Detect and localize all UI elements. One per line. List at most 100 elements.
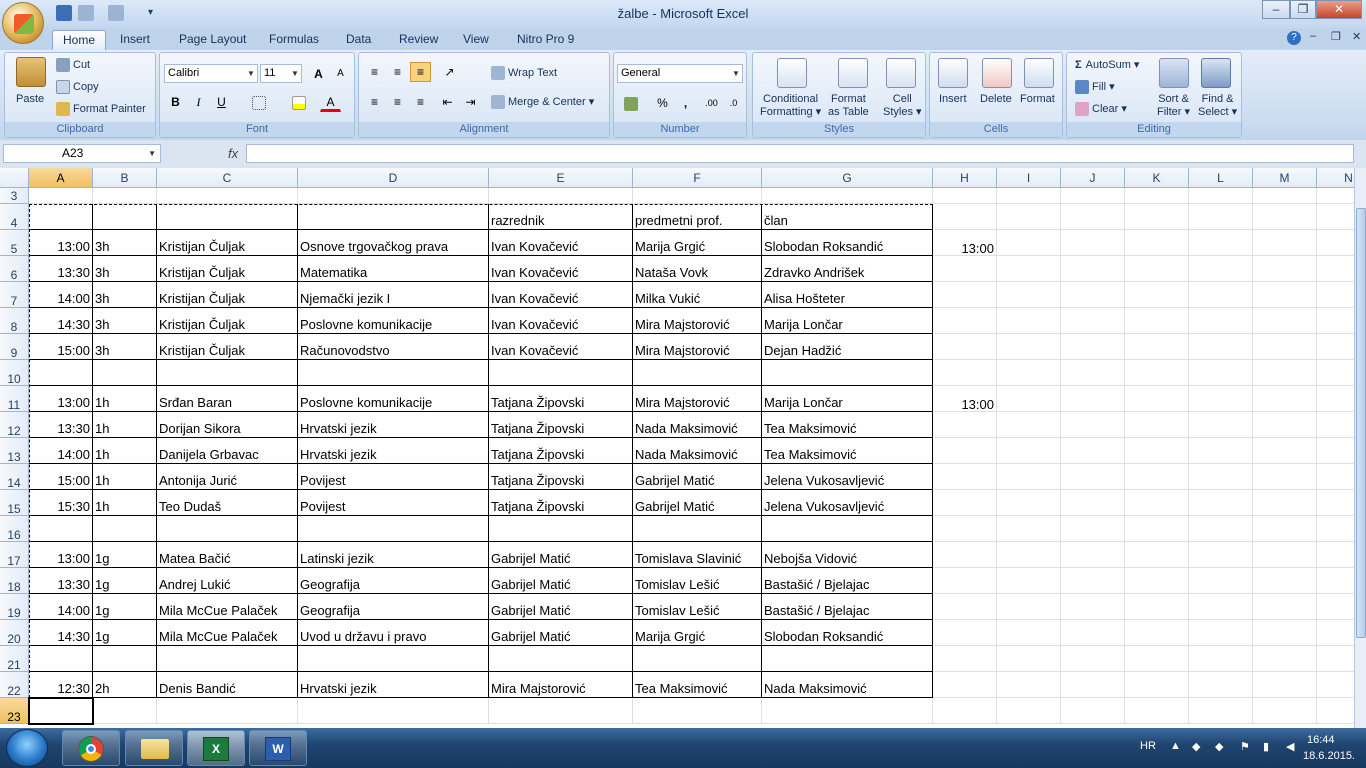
row-header-13[interactable]: 13 [0, 438, 29, 464]
row-header-12[interactable]: 12 [0, 412, 29, 438]
clear-button[interactable]: Clear ▾ [1075, 102, 1127, 117]
cell-j17[interactable] [1061, 542, 1125, 568]
cell-h3[interactable] [933, 188, 997, 204]
cell-m11[interactable] [1253, 386, 1317, 412]
cell-m17[interactable] [1253, 542, 1317, 568]
clock-date[interactable]: 18.6.2015. [1303, 750, 1355, 762]
cell-i17[interactable] [997, 542, 1061, 568]
cell-l13[interactable] [1189, 438, 1253, 464]
cell-m23[interactable] [1253, 698, 1317, 724]
column-header-a[interactable]: A [29, 168, 93, 188]
cell-l14[interactable] [1189, 464, 1253, 490]
cell-h4[interactable] [933, 204, 997, 230]
tab-insert[interactable]: Insert [110, 30, 160, 50]
row-header-23[interactable]: 23 [0, 698, 29, 724]
explorer-taskbar-button[interactable] [125, 730, 183, 766]
cell-l16[interactable] [1189, 516, 1253, 542]
office-button[interactable] [2, 2, 44, 44]
cell-h12[interactable] [933, 412, 997, 438]
cell-l18[interactable] [1189, 568, 1253, 594]
cell-k7[interactable] [1125, 282, 1189, 308]
cell-a3[interactable] [29, 188, 93, 204]
tab-formulas[interactable]: Formulas [259, 30, 329, 50]
sync-icon[interactable]: ◆ [1215, 740, 1223, 753]
cell-l15[interactable] [1189, 490, 1253, 516]
cell-n22[interactable] [1317, 672, 1354, 698]
cell-n3[interactable] [1317, 188, 1354, 204]
cell-n9[interactable] [1317, 334, 1354, 360]
cell-j8[interactable] [1061, 308, 1125, 334]
column-header-j[interactable]: J [1061, 168, 1125, 188]
cell-k16[interactable] [1125, 516, 1189, 542]
align-center-icon[interactable]: ≡ [387, 92, 408, 112]
cell-m19[interactable] [1253, 594, 1317, 620]
cell-k8[interactable] [1125, 308, 1189, 334]
vertical-scrollbar[interactable] [1354, 168, 1366, 728]
cell-j13[interactable] [1061, 438, 1125, 464]
cell-i23[interactable] [997, 698, 1061, 724]
cell-n6[interactable] [1317, 256, 1354, 282]
tray-expand-icon[interactable]: ▲ [1170, 740, 1181, 752]
cell-h23[interactable] [933, 698, 997, 724]
cell-n12[interactable] [1317, 412, 1354, 438]
cell-k15[interactable] [1125, 490, 1189, 516]
ribbon-close-icon[interactable]: ✕ [1352, 30, 1361, 43]
cell-j14[interactable] [1061, 464, 1125, 490]
cell-k12[interactable] [1125, 412, 1189, 438]
cell-h10[interactable] [933, 360, 997, 386]
row-header-10[interactable]: 10 [0, 360, 29, 386]
dropbox-icon[interactable]: ◆ [1192, 740, 1200, 753]
format-painter-button[interactable]: Format Painter [56, 102, 146, 116]
align-left-icon[interactable]: ≡ [364, 92, 385, 112]
cell-j9[interactable] [1061, 334, 1125, 360]
row-header-19[interactable]: 19 [0, 594, 29, 620]
cell-k19[interactable] [1125, 594, 1189, 620]
paste-button[interactable]: Paste [16, 93, 44, 105]
cell-m22[interactable] [1253, 672, 1317, 698]
cell-m13[interactable] [1253, 438, 1317, 464]
cell-n21[interactable] [1317, 646, 1354, 672]
cell-k4[interactable] [1125, 204, 1189, 230]
align-right-icon[interactable]: ≡ [410, 92, 431, 112]
font-color-button[interactable]: A [320, 92, 341, 112]
grow-font-button[interactable]: A [308, 64, 329, 84]
cell-h16[interactable] [933, 516, 997, 542]
cell-n23[interactable] [1317, 698, 1354, 724]
cell-i19[interactable] [997, 594, 1061, 620]
cell-h22[interactable] [933, 672, 997, 698]
cell-k5[interactable] [1125, 230, 1189, 256]
insert-function-button[interactable]: fx [228, 146, 238, 161]
cell-j4[interactable] [1061, 204, 1125, 230]
cell-d3[interactable] [298, 188, 489, 204]
bold-button[interactable]: B [165, 92, 186, 112]
cell-h21[interactable] [933, 646, 997, 672]
cell-i11[interactable] [997, 386, 1061, 412]
minimize-button[interactable]: ‒ [1262, 0, 1290, 19]
cell-j21[interactable] [1061, 646, 1125, 672]
align-middle-icon[interactable]: ≡ [387, 62, 408, 82]
cell-m14[interactable] [1253, 464, 1317, 490]
cell-b23[interactable] [93, 698, 157, 724]
ribbon-minimize-icon[interactable]: – [1310, 30, 1316, 42]
row-header-14[interactable]: 14 [0, 464, 29, 490]
cell-m8[interactable] [1253, 308, 1317, 334]
decrease-indent-icon[interactable]: ⇤ [437, 92, 458, 112]
cell-l8[interactable] [1189, 308, 1253, 334]
row-header-7[interactable]: 7 [0, 282, 29, 308]
sort-filter-button[interactable]: Sort & Filter ▾ [1157, 93, 1190, 119]
cell-i6[interactable] [997, 256, 1061, 282]
row-header-22[interactable]: 22 [0, 672, 29, 698]
worksheet-grid[interactable]: A B C D E F G H I J K L M N 3 4 razrednik predmetni prof.… [0, 168, 1354, 728]
increase-decimal-button[interactable]: .00 [701, 93, 722, 113]
cell-l12[interactable] [1189, 412, 1253, 438]
cell-m9[interactable] [1253, 334, 1317, 360]
cell-h17[interactable] [933, 542, 997, 568]
cell-m18[interactable] [1253, 568, 1317, 594]
find-select-button[interactable]: Find & Select ▾ [1198, 93, 1237, 119]
column-header-h[interactable]: H [933, 168, 997, 188]
start-button[interactable] [6, 729, 48, 767]
decrease-decimal-button[interactable]: .0 [723, 93, 744, 113]
cell-l11[interactable] [1189, 386, 1253, 412]
percent-button[interactable]: % [652, 93, 673, 113]
cell-c3[interactable] [157, 188, 298, 204]
